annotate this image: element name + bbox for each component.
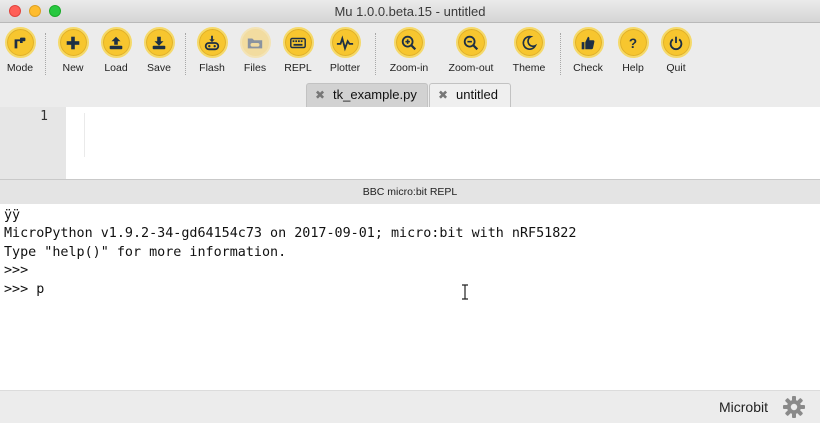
- tab-close-icon[interactable]: ✖: [315, 84, 325, 106]
- toolbar: Mode New Load Save Flash Files REPL Plot…: [0, 23, 820, 81]
- gear-icon[interactable]: [782, 395, 806, 419]
- zoom-in-icon: [393, 27, 425, 58]
- files-icon: [239, 27, 271, 58]
- keyboard-icon: [282, 27, 314, 58]
- check-label: Check: [573, 62, 603, 74]
- text-cursor-icon: [462, 284, 468, 300]
- moon-icon: [513, 27, 545, 58]
- zoom-out-icon: [455, 27, 487, 58]
- repl-pane-title: BBC micro:bit REPL: [0, 179, 820, 205]
- repl-line: >>>: [4, 263, 29, 279]
- zoom-out-label: Zoom-out: [448, 62, 494, 74]
- window-title: Mu 1.0.0.beta.15 - untitled: [334, 4, 486, 19]
- tab-label: untitled: [456, 87, 498, 102]
- mode-icon: [4, 27, 36, 58]
- repl-output: ÿÿ MicroPython v1.9.2-34-gd64154c73 on 2…: [4, 207, 576, 299]
- question-icon: ?: [617, 27, 649, 58]
- title-bar: Mu 1.0.0.beta.15 - untitled: [0, 0, 820, 23]
- code-editor[interactable]: 1: [0, 107, 820, 179]
- zoom-out-button[interactable]: Zoom-out: [446, 27, 496, 74]
- download-icon: [143, 27, 175, 58]
- svg-text:?: ?: [629, 35, 637, 50]
- toolbar-separator: [375, 33, 376, 75]
- save-label: Save: [147, 62, 171, 74]
- zoom-in-label: Zoom-in: [389, 62, 429, 74]
- mode-label: Mode: [6, 62, 34, 74]
- tab-bar: ✖ tk_example.py ✖ untitled: [0, 81, 820, 108]
- repl-label: REPL: [284, 62, 312, 74]
- tab-tk-example[interactable]: ✖ tk_example.py: [306, 83, 428, 107]
- toolbar-separator: [185, 33, 186, 75]
- zoom-in-button[interactable]: Zoom-in: [384, 27, 434, 74]
- quit-label: Quit: [666, 62, 686, 74]
- indent-guide: [84, 113, 85, 157]
- current-mode-label: Microbit: [718, 399, 768, 415]
- repl-input-line[interactable]: >>> p: [4, 282, 44, 297]
- tab-untitled[interactable]: ✖ untitled: [429, 83, 511, 107]
- repl-console[interactable]: ÿÿ MicroPython v1.9.2-34-gd64154c73 on 2…: [0, 204, 820, 390]
- save-button[interactable]: Save: [134, 27, 184, 74]
- line-number: 1: [40, 109, 48, 124]
- mode-button[interactable]: Mode: [0, 27, 45, 74]
- check-button[interactable]: Check: [563, 27, 613, 74]
- pulse-icon: [329, 27, 361, 58]
- thumbs-up-icon: [572, 27, 604, 58]
- upload-icon: [100, 27, 132, 58]
- repl-line: MicroPython v1.9.2-34-gd64154c73 on 2017…: [4, 226, 577, 242]
- status-bar: Microbit: [0, 390, 820, 423]
- tab-close-icon[interactable]: ✖: [438, 84, 448, 106]
- quit-button[interactable]: Quit: [651, 27, 701, 74]
- line-number-gutter: 1: [0, 107, 66, 179]
- flash-icon: [196, 27, 228, 58]
- toolbar-separator: [560, 33, 561, 75]
- repl-line: ÿÿ: [4, 208, 21, 223]
- theme-button[interactable]: Theme: [504, 27, 554, 74]
- plus-icon: [57, 27, 89, 58]
- repl-button[interactable]: REPL: [273, 27, 323, 74]
- toolbar-separator: [45, 33, 46, 75]
- plotter-button[interactable]: Plotter: [320, 27, 370, 74]
- tab-label: tk_example.py: [333, 87, 417, 102]
- mu-editor-window: Mu 1.0.0.beta.15 - untitled Mode New Loa…: [0, 0, 820, 423]
- plotter-label: Plotter: [329, 62, 361, 74]
- power-icon: [660, 27, 692, 58]
- theme-label: Theme: [512, 62, 546, 74]
- repl-line: Type "help()" for more information.: [4, 244, 287, 260]
